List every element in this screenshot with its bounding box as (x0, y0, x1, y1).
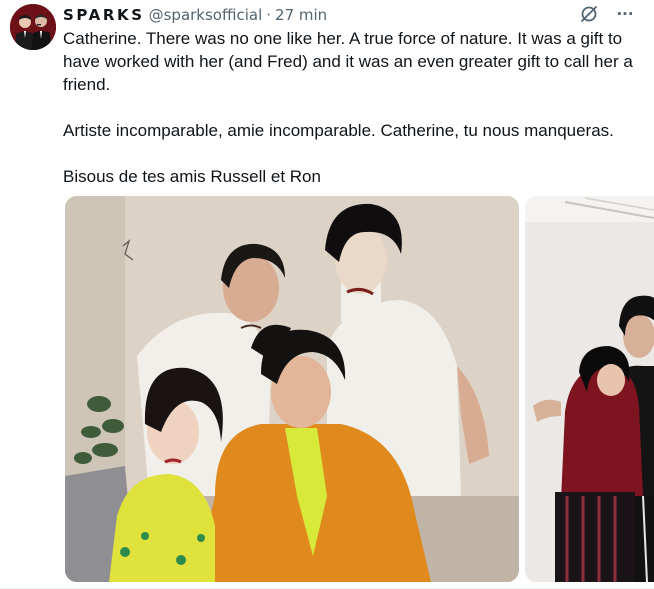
photo-1-image (65, 196, 519, 582)
media-photo-1[interactable] (65, 196, 519, 582)
tweet[interactable]: SPARKS @sparksofficial · 27 min ··· Cath… (0, 0, 654, 589)
tweet-paragraph-3: Bisous de tes amis Russell et Ron (63, 167, 321, 186)
grok-icon[interactable] (578, 3, 600, 25)
more-icon[interactable]: ··· (614, 3, 636, 25)
tweet-actions-top: ··· (578, 3, 636, 25)
author-handle[interactable]: @sparksofficial (149, 6, 263, 24)
tweet-paragraph-2: Artiste incomparable, amie incomparable.… (63, 121, 614, 140)
separator-dot: · (266, 6, 272, 24)
media-carousel[interactable] (65, 196, 654, 582)
author-display-name[interactable]: SPARKS (63, 6, 145, 24)
tweet-timestamp[interactable]: 27 min (275, 6, 327, 24)
tweet-header: SPARKS @sparksofficial · 27 min (63, 5, 327, 25)
media-photo-2[interactable] (525, 196, 654, 582)
photo-2-image (525, 196, 654, 582)
avatar-image (10, 4, 56, 50)
tweet-text: Catherine. There was no one like her. A … (63, 27, 638, 188)
tweet-paragraph-1: Catherine. There was no one like her. A … (63, 29, 633, 94)
more-glyph: ··· (616, 5, 634, 23)
avatar[interactable] (10, 4, 56, 50)
